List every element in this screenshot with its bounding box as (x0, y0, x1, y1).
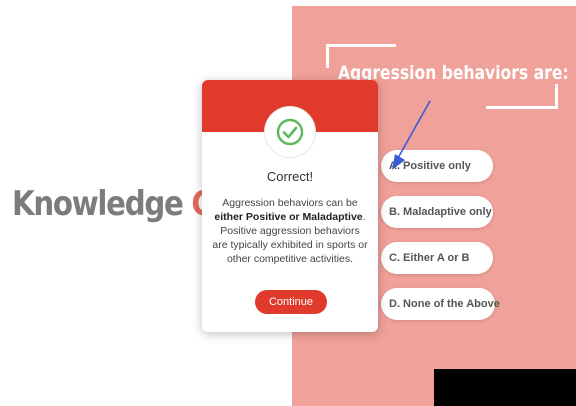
frame-border (326, 44, 329, 68)
option-a-button[interactable]: A. Positive only (381, 150, 493, 182)
option-d-button[interactable]: D. None of the Above (381, 288, 500, 320)
page-title-part1: Knowledge (12, 184, 192, 224)
modal-body-rest: Positive aggression behaviors are typica… (212, 225, 368, 265)
option-c-button[interactable]: C. Either A or B (381, 242, 493, 274)
redaction-box (434, 369, 576, 406)
continue-button[interactable]: Continue (255, 290, 327, 314)
modal-body-bold: either Positive or Maladaptive (214, 211, 363, 223)
frame-border (555, 84, 558, 109)
modal-title: Correct! (266, 169, 314, 184)
option-b-button[interactable]: B. Maladaptive only (381, 196, 493, 228)
check-circle-icon (265, 107, 315, 157)
frame-border (486, 106, 558, 109)
modal-body-period: . (362, 211, 366, 223)
modal-body: Aggression behaviors can be either Posit… (212, 196, 368, 266)
modal-body-line1: Aggression behaviors can be (222, 197, 358, 209)
frame-border (326, 44, 396, 47)
feedback-modal: Correct! Aggression behaviors can be eit… (202, 80, 378, 332)
